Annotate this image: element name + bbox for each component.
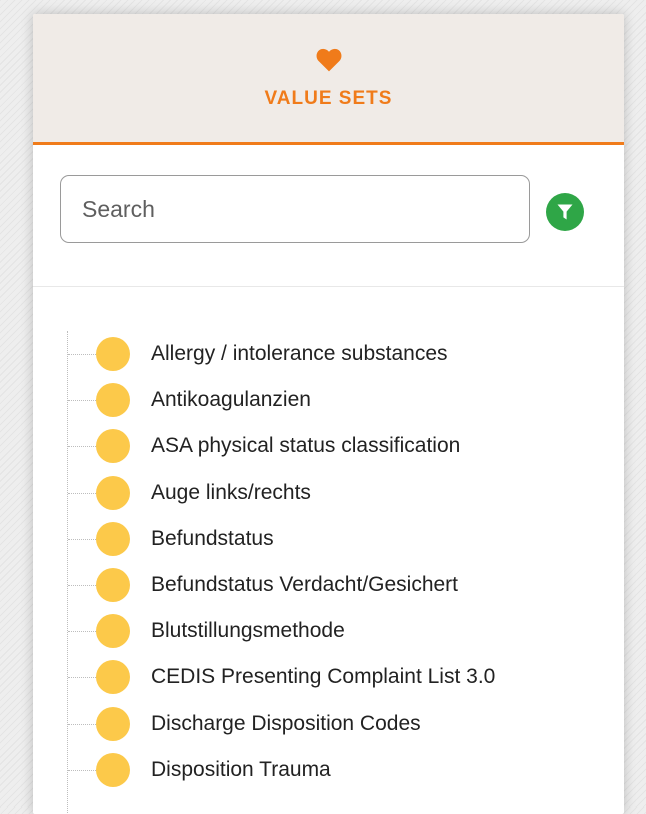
tree-node-dot (96, 614, 130, 649)
tree-connector (68, 446, 98, 448)
filter-icon (557, 204, 573, 220)
tree-connector (68, 354, 98, 355)
tree-item[interactable]: Antikoagulanzien (33, 377, 624, 423)
search-input[interactable] (60, 175, 530, 243)
tree-item-label[interactable]: Auge links/rechts (151, 481, 311, 505)
tree-item-label[interactable]: CEDIS Presenting Complaint List 3.0 (151, 665, 495, 689)
tree-item-label[interactable]: Befundstatus (151, 527, 274, 551)
heart-icon (316, 48, 341, 72)
panel-title: VALUE SETS (264, 88, 393, 109)
tree-node-dot (96, 706, 130, 741)
tree-connector (68, 538, 98, 540)
tree-node-dot (96, 429, 130, 464)
tree-connector (68, 400, 98, 402)
tree-node-dot (96, 475, 130, 510)
filter-button[interactable] (546, 193, 584, 231)
tree-item[interactable]: Disposition Trauma (33, 747, 624, 793)
tree-item-label[interactable]: Antikoagulanzien (151, 388, 311, 412)
tree-connector (68, 677, 98, 679)
panel-header: VALUE SETS (33, 14, 624, 145)
tree-item-label[interactable]: Blutstillungsmethode (151, 619, 345, 643)
tree-item-label[interactable]: Befundstatus Verdacht/Gesichert (151, 573, 458, 597)
tree-item-label[interactable]: ASA physical status classification (151, 434, 460, 458)
tree-connector (68, 769, 98, 771)
tree-node-dot (96, 567, 130, 602)
tree-item[interactable]: Allergy / intolerance substances (33, 331, 624, 377)
tree-item-label[interactable]: Discharge Disposition Codes (151, 712, 421, 736)
search-row (33, 145, 624, 287)
tree-item[interactable]: Befundstatus (33, 516, 624, 562)
tree-connector (68, 723, 98, 725)
tree-item-label[interactable]: Disposition Trauma (151, 758, 331, 782)
value-sets-panel: VALUE SETS Allergy / intolerance substan… (33, 14, 624, 814)
tree-item[interactable]: Auge links/rechts (33, 470, 624, 516)
tree-item[interactable]: Blutstillungsmethode (33, 608, 624, 654)
tree-node-dot (96, 521, 130, 556)
value-set-tree: Allergy / intolerance substances Antikoa… (33, 331, 624, 814)
tree-item-label[interactable]: Allergy / intolerance substances (151, 342, 448, 366)
tree-item[interactable]: ASA physical status classification (33, 423, 624, 469)
tree-connector (68, 631, 98, 633)
tree-item[interactable]: CEDIS Presenting Complaint List 3.0 (33, 654, 624, 700)
tree-node-dot (96, 752, 130, 787)
tree-item[interactable]: Befundstatus Verdacht/Gesichert (33, 562, 624, 608)
tree-item[interactable]: Discharge Disposition Codes (33, 701, 624, 747)
tree-node-dot (96, 383, 130, 418)
tree-connector (68, 492, 98, 494)
tree-node-dot (96, 660, 130, 695)
tree-connector (68, 584, 98, 586)
tree-node-dot (96, 337, 130, 371)
